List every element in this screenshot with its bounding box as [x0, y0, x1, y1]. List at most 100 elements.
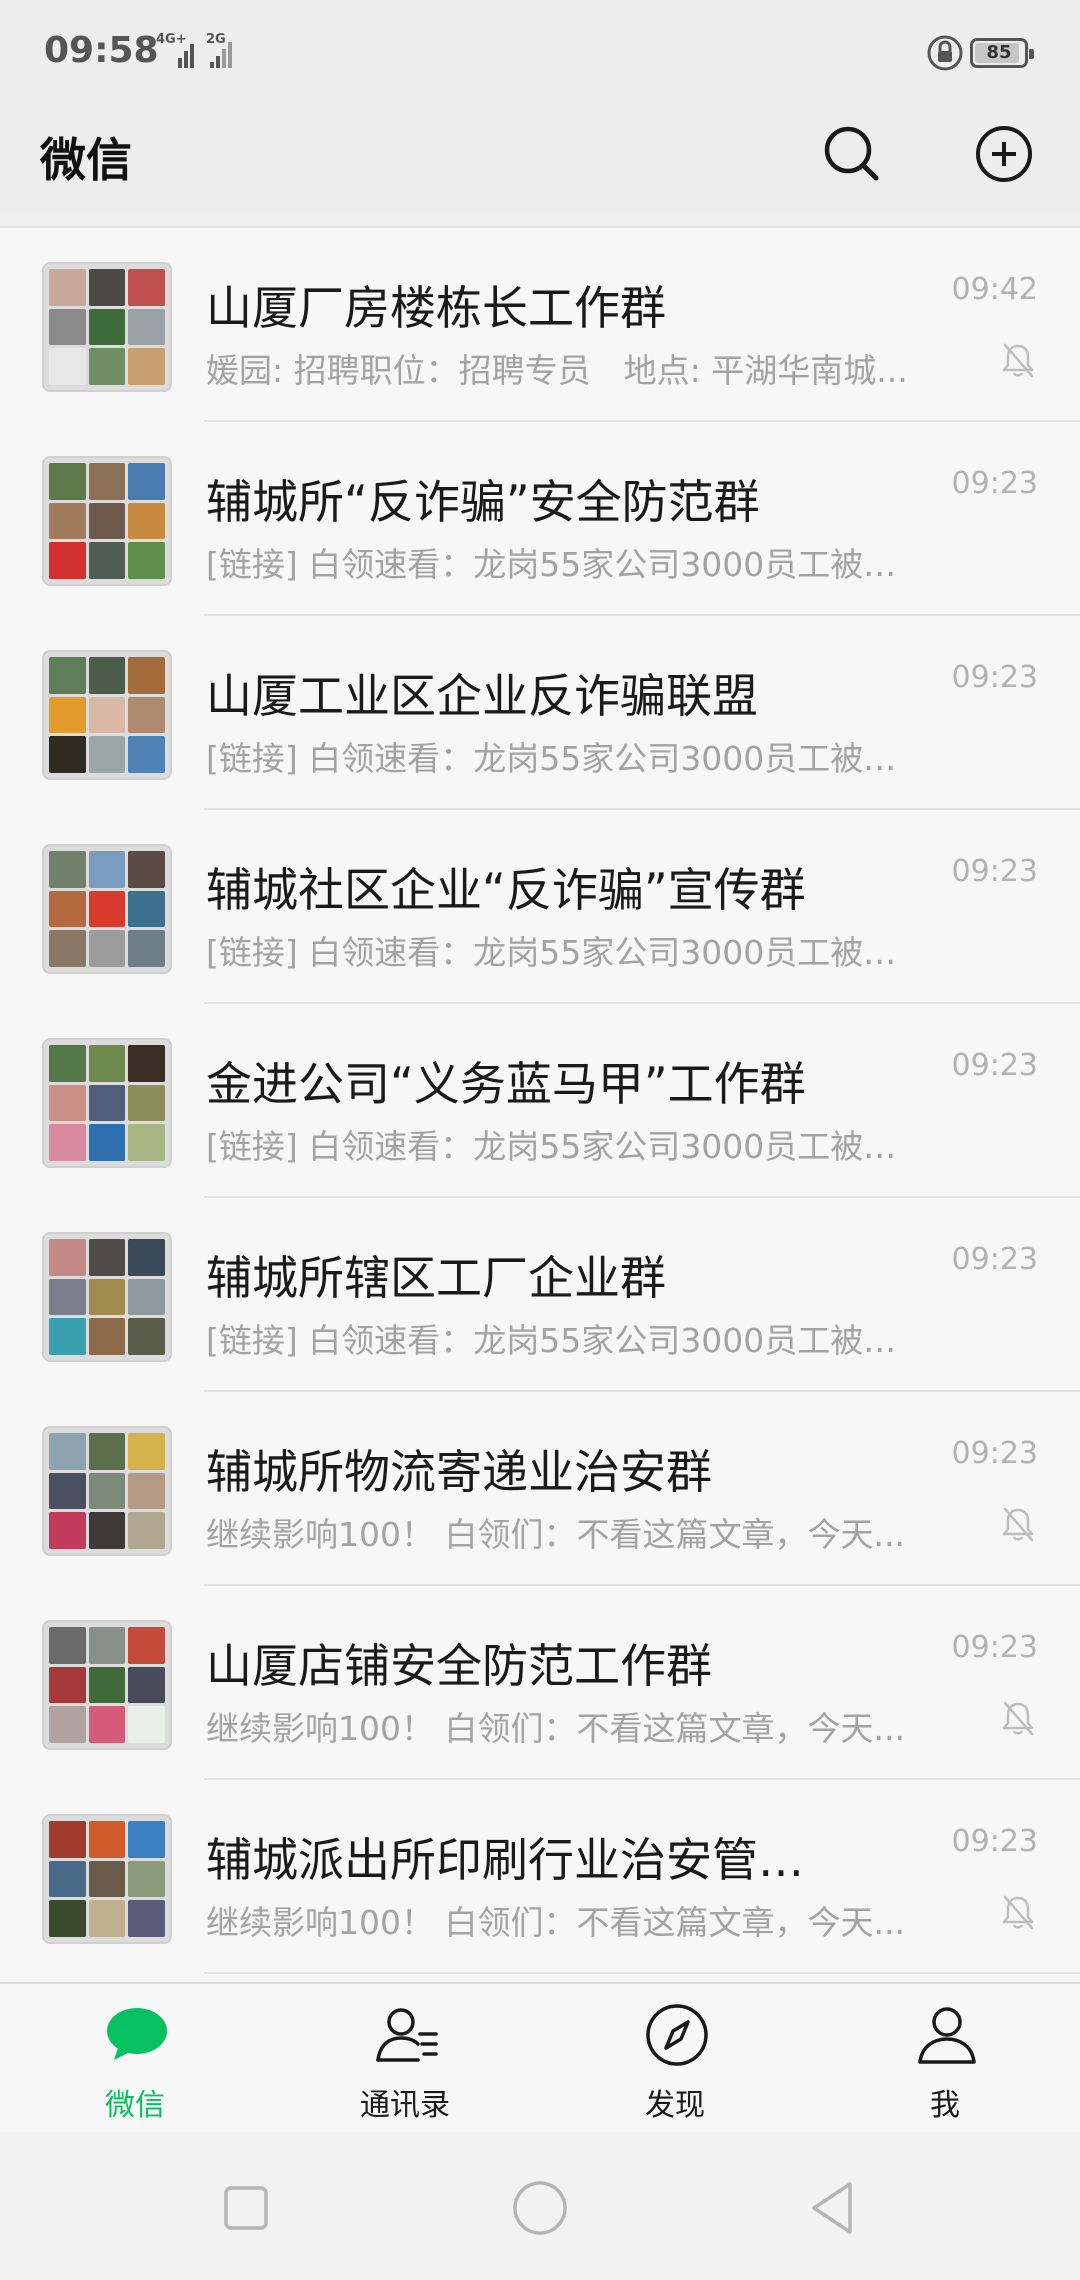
chat-name: 山厦工业区企业反诈骗联盟 — [206, 669, 758, 723]
avatar-tile — [128, 1512, 165, 1549]
avatar-tile — [88, 736, 126, 773]
back-icon[interactable] — [802, 2176, 866, 2240]
group-avatar[interactable] — [42, 1814, 172, 1944]
avatar-tile — [128, 1045, 165, 1082]
avatar-tile — [49, 1706, 86, 1743]
avatar-tile — [49, 502, 86, 540]
tab-chats[interactable]: 微信 — [0, 1984, 270, 2134]
group-avatar[interactable] — [42, 262, 172, 392]
tab-label: 发现 — [645, 2088, 705, 2123]
avatar-tile — [88, 348, 126, 385]
avatar-tile — [128, 1627, 165, 1664]
avatar-tile — [128, 1278, 165, 1316]
avatar-tile — [88, 1124, 126, 1161]
avatar-tile — [88, 542, 126, 579]
home-icon[interactable] — [508, 2176, 572, 2240]
group-avatar[interactable] — [42, 650, 172, 780]
chat-list-item[interactable]: 山厦厂房楼栋长工作群 媛园: 招聘职位：招聘专员 地点: 平湖华南城... 09:4… — [0, 228, 1080, 422]
person-icon — [918, 2007, 976, 2064]
avatar-tile — [49, 736, 86, 773]
avatar-tile — [128, 308, 165, 346]
rotation-lock-icon — [927, 35, 963, 71]
avatar-tile — [128, 1084, 165, 1122]
tab-discover[interactable]: 发现 — [540, 1984, 810, 2134]
avatar-tile — [128, 1239, 165, 1276]
avatar-tile — [128, 1472, 165, 1510]
group-avatar[interactable] — [42, 1426, 172, 1556]
avatar-tile — [88, 1627, 126, 1664]
group-avatar[interactable] — [42, 456, 172, 586]
avatar-tile — [49, 657, 86, 694]
avatar-tile — [49, 1045, 86, 1082]
avatar-tile — [49, 1278, 86, 1316]
group-avatar[interactable] — [42, 1620, 172, 1750]
chat-name: 辅城社区企业“反诈骗”宣传群 — [206, 863, 806, 917]
avatar-tile — [88, 890, 126, 928]
recent-apps-icon[interactable] — [214, 2176, 278, 2240]
chat-list[interactable]: 山厦厂房楼栋长工作群 媛园: 招聘职位：招聘专员 地点: 平湖华南城... 09:4… — [0, 226, 1080, 1982]
tab-label: 微信 — [105, 2088, 165, 2123]
chat-bubble-icon — [107, 2008, 167, 2060]
avatar-tile — [128, 463, 165, 500]
avatar-tile — [88, 1278, 126, 1316]
avatar-tile — [49, 930, 86, 967]
avatar-tile — [88, 1821, 126, 1858]
avatar-tile — [88, 1084, 126, 1122]
avatar-tile — [49, 1472, 86, 1510]
chat-time: 09:23 — [951, 1242, 1038, 1277]
plus-circle-icon — [976, 126, 1032, 182]
muted-bell-icon — [1002, 1701, 1034, 1736]
group-avatar[interactable] — [42, 1232, 172, 1362]
chat-list-item[interactable]: 辅城所“反诈骗”安全防范群 [链接] 白领速看：龙岗55家公司3000员工被查..… — [0, 422, 1080, 616]
tab-contacts[interactable]: 通讯录 — [270, 1984, 540, 2134]
add-button[interactable] — [964, 114, 1044, 194]
avatar-tile — [128, 1433, 165, 1470]
page-title: 微信 — [40, 133, 132, 187]
search-button[interactable] — [812, 114, 892, 194]
avatar-tile — [49, 269, 86, 306]
chat-list-item[interactable]: 山厦店铺安全防范工作群 继续影响100！ 白领们：不看这篇文章，今天... 09:2… — [0, 1586, 1080, 1780]
chat-list-item[interactable]: 辅城所辖区工厂企业群 [链接] 白领速看：龙岗55家公司3000员工被查... 09… — [0, 1198, 1080, 1392]
chat-list-item[interactable]: 辅城社区企业“反诈骗”宣传群 [链接] 白领速看：龙岗55家公司3000员工被查.… — [0, 810, 1080, 1004]
avatar-tile — [128, 1706, 165, 1743]
chat-list-item[interactable]: 金进公司“义务蓝马甲”工作群 [链接] 白领速看：龙岗55家公司3000员工被查.… — [0, 1004, 1080, 1198]
chat-preview: [链接] 白领速看：龙岗55家公司3000员工被查... — [206, 933, 922, 972]
chat-list-item[interactable]: 辅城所物流寄递业治安群 继续影响100！ 白领们：不看这篇文章，今天... 09:2… — [0, 1392, 1080, 1586]
bottom-tab-bar: 微信 通讯录 发现 我 — [0, 1982, 1080, 2132]
chat-preview: [链接] 白领速看：龙岗55家公司3000员工被查... — [206, 545, 922, 584]
avatar-tile — [128, 542, 165, 579]
avatar-tile — [88, 1860, 126, 1898]
avatar-tile — [88, 696, 126, 734]
chat-name: 山厦厂房楼栋长工作群 — [206, 281, 666, 335]
status-time: 09:58 — [44, 30, 159, 71]
group-avatar[interactable] — [42, 1038, 172, 1168]
avatar-tile — [128, 1821, 165, 1858]
chat-time: 09:23 — [951, 854, 1038, 889]
avatar-tile — [49, 1860, 86, 1898]
avatar-tile — [128, 696, 165, 734]
chat-time: 09:42 — [951, 272, 1038, 307]
chat-name: 山厦店铺安全防范工作群 — [206, 1639, 712, 1693]
avatar-tile — [128, 736, 165, 773]
avatar-tile — [128, 1900, 165, 1937]
avatar-tile — [128, 657, 165, 694]
avatar-tile — [49, 1433, 86, 1470]
avatar-tile — [49, 851, 86, 888]
group-avatar[interactable] — [42, 844, 172, 974]
muted-bell-icon — [1002, 1507, 1034, 1542]
avatar-tile — [88, 1666, 126, 1704]
chat-preview: [链接] 白领速看：龙岗55家公司3000员工被查... — [206, 1127, 922, 1166]
chat-list-item[interactable]: 辅城派出所印刷行业治安管理... 继续影响100！ 白领们：不看这篇文章，今天..… — [0, 1780, 1080, 1974]
avatar-tile — [88, 851, 126, 888]
chat-name: 辅城派出所印刷行业治安管理... — [206, 1833, 846, 1887]
avatar-tile — [128, 1666, 165, 1704]
chat-time: 09:23 — [951, 660, 1038, 695]
avatar-tile — [88, 1318, 126, 1355]
chat-list-item[interactable]: 山厦工业区企业反诈骗联盟 [链接] 白领速看：龙岗55家公司3000员工被查...… — [0, 616, 1080, 810]
avatar-tile — [88, 1433, 126, 1470]
avatar-tile — [88, 1239, 126, 1276]
tab-me[interactable]: 我 — [810, 1984, 1080, 2134]
avatar-tile — [88, 657, 126, 694]
app-header: 微信 — [0, 106, 1080, 212]
system-nav-bar — [0, 2132, 1080, 2280]
